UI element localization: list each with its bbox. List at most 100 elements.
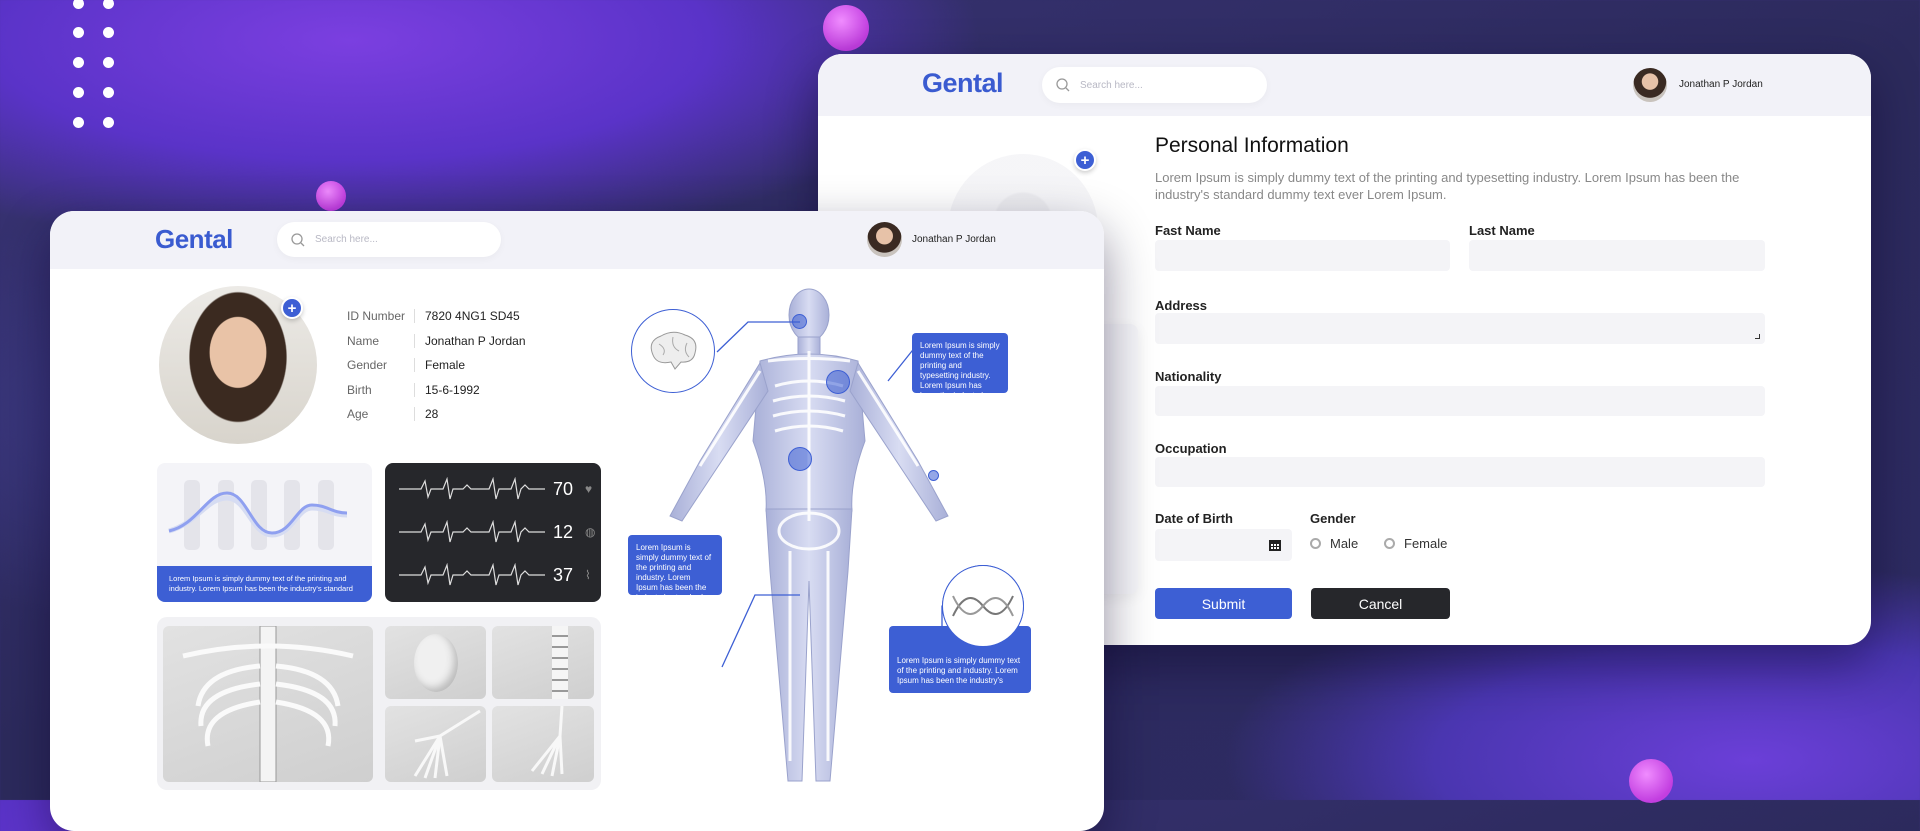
first-name-input[interactable] xyxy=(1155,240,1450,271)
occupation-input[interactable] xyxy=(1155,457,1765,487)
profile-label: Gender xyxy=(347,358,388,372)
chest-marker[interactable] xyxy=(826,370,850,394)
resize-handle-icon[interactable] xyxy=(1755,334,1760,339)
vital-row: 70 ♥ xyxy=(385,477,601,501)
gallery-ribcage[interactable] xyxy=(163,626,373,782)
profile-value: 15-6-1992 xyxy=(425,382,480,397)
logo[interactable]: Gental xyxy=(155,224,233,255)
vital-value: 12 xyxy=(553,521,574,542)
radio-icon[interactable] xyxy=(1384,538,1395,549)
decor-dot xyxy=(73,87,84,98)
submit-button[interactable]: Submit xyxy=(1155,588,1292,619)
profile-label: ID Number xyxy=(347,309,406,323)
search-icon xyxy=(1056,78,1070,92)
profile-row: Birth 15-6-1992 xyxy=(347,382,480,397)
decor-dot xyxy=(103,117,114,128)
profile-label: Age xyxy=(347,407,369,421)
profile-value: 28 xyxy=(425,407,439,421)
user-name[interactable]: Jonathan P Jordan xyxy=(1679,79,1763,90)
logo[interactable]: Gental xyxy=(922,68,1004,99)
decor-dot xyxy=(73,117,84,128)
search-input[interactable]: Search here... xyxy=(277,222,501,257)
gallery-foot[interactable] xyxy=(492,706,594,782)
profile-row: ID Number 7820 4NG1 SD45 xyxy=(347,309,520,323)
head-marker[interactable] xyxy=(792,314,807,329)
profile-label: Name xyxy=(347,333,380,348)
divider xyxy=(414,333,415,348)
search-placeholder: Search here... xyxy=(315,234,378,245)
decor-dot xyxy=(103,27,114,38)
gallery-head[interactable] xyxy=(385,626,486,699)
search-input[interactable]: Search here... xyxy=(1042,67,1267,103)
ribcage-image xyxy=(182,626,354,782)
last-name-label: Last Name xyxy=(1469,223,1535,238)
chart-caption: Lorem Ipsum is simply dummy text of the … xyxy=(157,566,372,602)
decor-dot xyxy=(73,0,84,9)
address-textarea[interactable] xyxy=(1155,313,1765,344)
profile-row: Gender Female xyxy=(347,358,465,372)
add-photo-button[interactable]: + xyxy=(1074,149,1096,171)
search-placeholder: Search here... xyxy=(1080,79,1143,91)
divider xyxy=(414,382,415,397)
cancel-button[interactable]: Cancel xyxy=(1311,588,1450,619)
dob-label: Date of Birth xyxy=(1155,511,1233,526)
divider xyxy=(414,309,415,323)
brain-detail[interactable] xyxy=(631,309,715,393)
callout-abdomen: Lorem Ipsum is simply dummy text of the … xyxy=(628,535,722,602)
callout-chest: Lorem Ipsum is simply dummy text of the … xyxy=(912,333,1008,400)
profile-row: Name Jonathan P Jordan xyxy=(347,333,526,348)
first-name-label: Fast Name xyxy=(1155,223,1221,238)
decor-dot xyxy=(103,0,114,9)
avatar[interactable] xyxy=(867,222,902,257)
last-name-input[interactable] xyxy=(1469,240,1765,271)
wave-chart-card: Lorem Ipsum is simply dummy text of the … xyxy=(157,463,372,602)
radio-label: Male xyxy=(1330,536,1359,551)
radio-icon[interactable] xyxy=(1310,538,1321,549)
radio-label: Female xyxy=(1404,536,1448,551)
avatar[interactable] xyxy=(1633,68,1667,102)
ecg-line xyxy=(399,477,545,500)
profile-row: Age 28 xyxy=(347,407,438,421)
search-icon xyxy=(291,232,305,246)
vital-row: 37 ⌇ xyxy=(385,563,601,587)
profile-value: Jonathan P Jordan xyxy=(425,333,526,348)
decor-orb xyxy=(1629,759,1673,803)
gallery-spine[interactable] xyxy=(492,626,594,699)
gender-radio-female[interactable]: Female xyxy=(1384,536,1447,551)
abdomen-marker[interactable] xyxy=(788,447,812,471)
decor-dot xyxy=(73,27,84,38)
add-photo-button[interactable]: + xyxy=(281,297,303,319)
vital-row: 12 ◍ xyxy=(385,520,601,544)
patient-dashboard-window: Gental Search here... Jonathan P Jordan … xyxy=(50,211,1104,831)
form-description: Lorem Ipsum is simply dummy text of the … xyxy=(1155,170,1740,202)
anatomy-gallery xyxy=(157,617,601,790)
nationality-input[interactable] xyxy=(1155,386,1765,416)
wrist-marker[interactable] xyxy=(928,470,939,481)
decor-dot xyxy=(103,87,114,98)
dob-input[interactable] xyxy=(1155,529,1292,561)
decor-dot xyxy=(103,57,114,68)
divider xyxy=(414,358,415,372)
vital-value: 37 xyxy=(553,564,574,585)
profile-value: Female xyxy=(425,358,466,372)
dna-detail-ring[interactable] xyxy=(942,565,1024,647)
nationality-label: Nationality xyxy=(1155,369,1222,384)
profile-value: 7820 4NG1 SD45 xyxy=(425,309,520,323)
wave-chart xyxy=(168,480,348,550)
calendar-icon[interactable] xyxy=(1268,538,1282,552)
user-name[interactable]: Jonathan P Jordan xyxy=(912,234,996,245)
gender-label: Gender xyxy=(1310,511,1356,526)
header: Gental Search here... Jonathan P Jordan xyxy=(50,211,1104,269)
vital-value: 70 xyxy=(553,478,574,499)
gender-radio-male[interactable]: Male xyxy=(1310,536,1358,551)
profile-label: Birth xyxy=(347,382,372,397)
decor-orb xyxy=(823,5,869,51)
divider xyxy=(414,407,415,421)
decor-dot xyxy=(73,57,84,68)
vitals-card: 70 ♥ 12 ◍ 37 ⌇ xyxy=(385,463,601,602)
decor-orb xyxy=(316,181,346,211)
ecg-line xyxy=(399,520,545,543)
gallery-hand[interactable] xyxy=(385,706,486,782)
dna-icon xyxy=(952,595,1014,617)
ecg-line xyxy=(399,563,545,586)
